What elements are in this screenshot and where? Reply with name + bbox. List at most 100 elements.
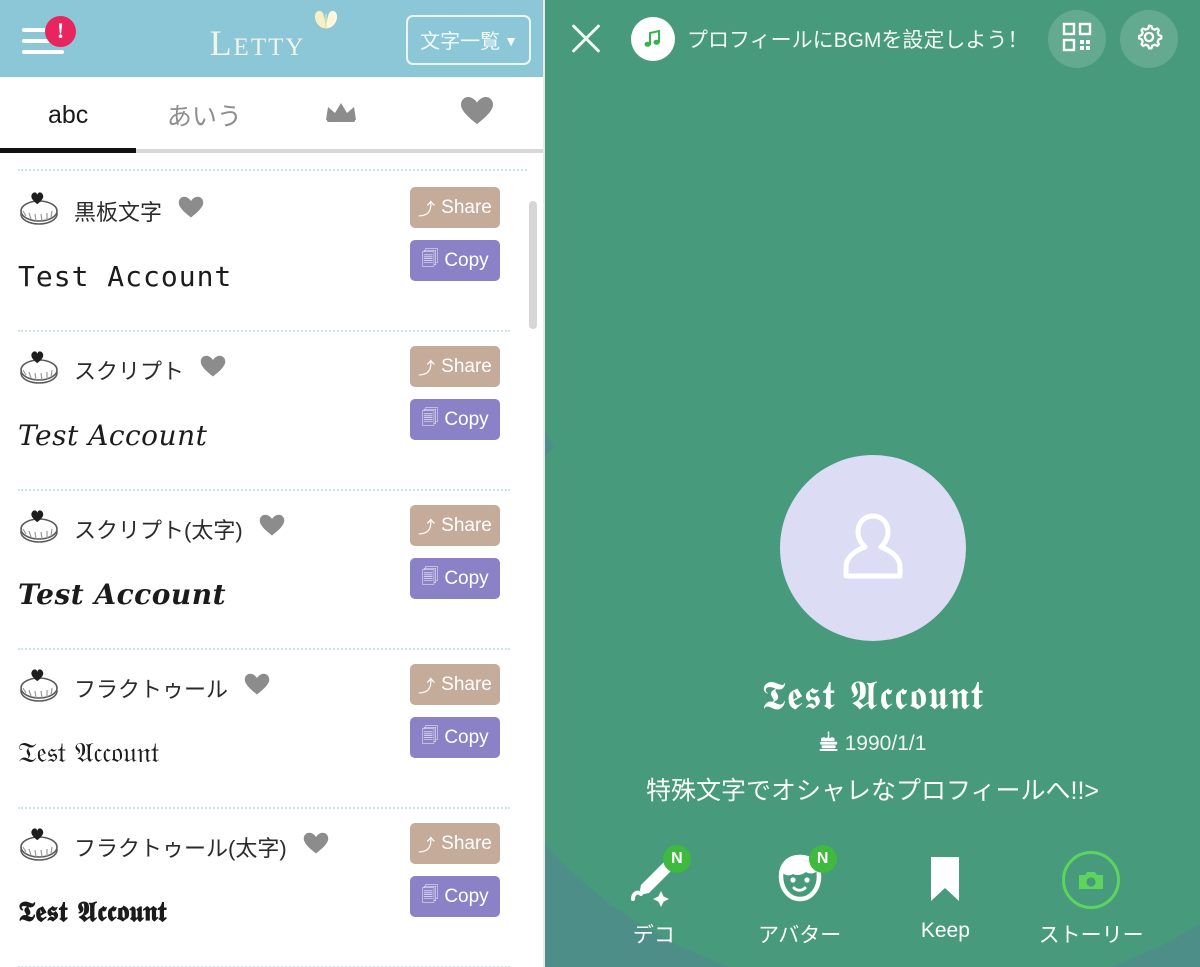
birthday-cake-icon [819, 731, 838, 757]
copy-button[interactable]: 🗐 Copy [410, 717, 500, 758]
line-profile-panel: プロフィールにBGMを設定しよう！ 𝕿𝖊𝖘𝖙 𝕬𝖈𝖈𝖔𝖚𝖓𝖙 1990/1/1 … [545, 0, 1200, 967]
tab-favorites[interactable] [408, 77, 545, 153]
copy-icon: 🗐 [421, 726, 439, 745]
action-story[interactable]: ストーリー [1031, 849, 1151, 949]
font-name: フラクトゥール(太字) [74, 836, 287, 861]
share-button[interactable]: ⤴ Share [410, 346, 500, 387]
character-list-button[interactable]: 文字一覧 ▼ [406, 15, 531, 65]
character-list-label: 文字一覧 [420, 31, 501, 53]
share-button[interactable]: ⤴ Share [410, 823, 500, 864]
copy-label: Copy [444, 408, 489, 430]
scrollbar[interactable] [529, 173, 537, 967]
profile-status-message[interactable]: 特殊文字でオシャレなプロフィールへ!!> [646, 771, 1099, 807]
favorite-heart-icon[interactable] [244, 673, 270, 703]
avatar[interactable] [779, 455, 966, 641]
list-item[interactable]: フラクトゥール(太字) 𝕿𝖊𝖘𝖙 𝕬𝖈𝖈𝖔𝖚𝖓𝖙 ⤴ Share 🗐 Copy [0, 809, 545, 967]
profile-block: 𝕿𝖊𝖘𝖙 𝕬𝖈𝖈𝖔𝖚𝖓𝖙 1990/1/1 特殊文字でオシャレなプロフィールへ!… [545, 455, 1200, 807]
qr-code-button[interactable] [1048, 10, 1106, 68]
bookmark-icon [914, 857, 976, 915]
profile-header: プロフィールにBGMを設定しよう！ [545, 0, 1200, 78]
alert-badge: ! [45, 15, 76, 47]
bgm-banner[interactable]: プロフィールにBGMを設定しよう！ [631, 17, 1028, 61]
copy-icon: 🗐 [421, 567, 439, 586]
share-label: Share [441, 196, 492, 218]
tab-aiu[interactable]: あいう [136, 77, 273, 153]
share-icon: ⤴ [418, 359, 436, 378]
action-label: デコ [632, 924, 675, 947]
tab-aiu-label: あいう [166, 103, 242, 131]
share-button[interactable]: ⤴ Share [410, 664, 500, 705]
copy-label: Copy [444, 567, 489, 589]
copy-button[interactable]: 🗐 Copy [410, 240, 500, 281]
font-name: フラクトゥール [74, 677, 229, 702]
tab-premium[interactable] [272, 77, 409, 153]
heart-icon [460, 96, 494, 134]
list-item[interactable]: フラクトゥール 𝔗𝔢𝔰𝔱 𝔄𝔠𝔠𝔬𝔲𝔫𝔱 ⤴ Share 🗐 Copy [0, 650, 545, 809]
copy-label: Copy [444, 726, 489, 748]
menu-button[interactable]: ! [16, 15, 76, 62]
profile-birthday: 1990/1/1 [819, 731, 926, 757]
action-label: アバター [758, 924, 842, 947]
share-icon: ⤴ [418, 836, 436, 855]
list-item[interactable]: 黒板文字 Test Account ⤴ Share 🗐 Copy [0, 173, 545, 332]
crown-icon [324, 100, 358, 131]
action-keep[interactable]: Keep [885, 849, 1005, 949]
copy-button[interactable]: 🗐 Copy [410, 876, 500, 917]
copy-icon: 🗐 [421, 408, 439, 427]
font-name: スクリプト [74, 359, 185, 384]
action-label: Keep [920, 919, 970, 942]
favorite-heart-icon[interactable] [259, 514, 285, 544]
share-button[interactable]: ⤴ Share [410, 187, 500, 228]
tiara-heart-icon [18, 192, 64, 230]
profile-action-bar: N デコ N アバター Keep ストーリー [545, 845, 1200, 949]
tab-indicator [272, 149, 409, 153]
tab-abc[interactable]: abc [0, 77, 137, 153]
share-icon: ⤴ [418, 518, 436, 537]
action-avatar[interactable]: N アバター [740, 845, 860, 949]
tiara-heart-icon [18, 510, 64, 548]
tab-indicator [136, 149, 273, 153]
new-badge: N [662, 845, 691, 873]
letty-app-panel: ! Letty 文字一覧 ▼ abc あいう 黒板文字 Test Account… [0, 0, 545, 967]
header-actions [1048, 10, 1178, 68]
butterfly-icon [311, 8, 341, 41]
settings-button[interactable] [1120, 10, 1178, 68]
tab-indicator [0, 148, 137, 153]
font-style-list[interactable]: 黒板文字 Test Account ⤴ Share 🗐 Copy スクリプト T… [0, 171, 545, 967]
favorite-heart-icon[interactable] [200, 355, 226, 385]
action-deco[interactable]: N デコ [594, 845, 714, 949]
tiara-heart-icon [18, 669, 64, 707]
tab-bar: abc あいう [0, 77, 545, 153]
copy-label: Copy [444, 249, 489, 271]
scrollbar-thumb[interactable] [529, 201, 537, 329]
share-label: Share [441, 673, 492, 695]
avatar-face-icon [769, 854, 831, 915]
font-name: 黒板文字 [74, 200, 163, 225]
close-icon[interactable] [567, 20, 605, 58]
copy-icon: 🗐 [421, 885, 439, 904]
list-item[interactable]: スクリプト(太字) Test Account ⤴ Share 🗐 Copy [0, 491, 545, 650]
action-label: ストーリー [1038, 924, 1144, 947]
person-icon [825, 498, 921, 599]
share-icon: ⤴ [418, 677, 436, 696]
share-label: Share [441, 355, 492, 377]
tab-abc-label: abc [47, 100, 89, 129]
share-button[interactable]: ⤴ Share [410, 505, 500, 546]
favorite-heart-icon[interactable] [178, 196, 204, 226]
copy-button[interactable]: 🗐 Copy [410, 399, 500, 440]
magic-pen-icon [623, 859, 685, 915]
profile-name: 𝕿𝖊𝖘𝖙 𝕬𝖈𝖈𝖔𝖚𝖓𝖙 [761, 673, 984, 719]
bgm-banner-text: プロフィールにBGMを設定しよう！ [687, 29, 1029, 52]
list-item[interactable]: スクリプト Test Account ⤴ Share 🗐 Copy [0, 332, 545, 491]
favorite-heart-icon[interactable] [303, 832, 329, 862]
music-note-icon [631, 17, 675, 61]
app-screenshot: ! Letty 文字一覧 ▼ abc あいう 黒板文字 Test Account… [0, 0, 1200, 967]
chevron-down-icon: ▼ [504, 32, 518, 49]
tiara-heart-icon [18, 828, 64, 866]
font-name: スクリプト(太字) [74, 518, 243, 543]
letty-logo-text: Letty [209, 22, 306, 63]
share-label: Share [441, 514, 492, 536]
copy-label: Copy [444, 885, 489, 907]
letty-header: ! Letty 文字一覧 ▼ [0, 0, 545, 77]
copy-button[interactable]: 🗐 Copy [410, 558, 500, 599]
